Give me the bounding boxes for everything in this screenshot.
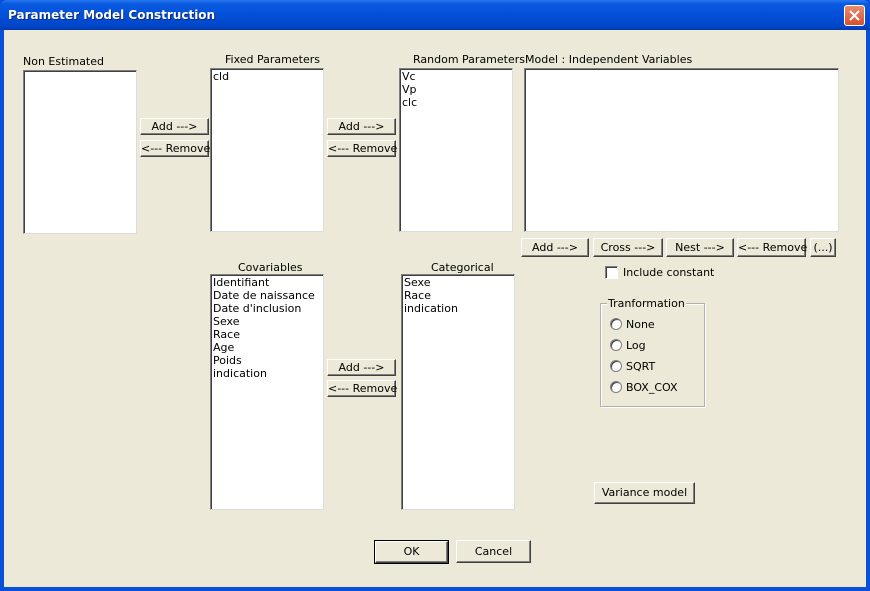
add-to-categorical-button[interactable]: Add ---> — [327, 359, 396, 376]
covariables-label: Covariables — [238, 261, 303, 274]
list-item[interactable]: Race — [213, 328, 321, 341]
transformation-option-box-cox: BOX_COX — [626, 381, 678, 394]
dialog-window: Parameter Model Construction Non Estimat… — [0, 0, 870, 591]
list-item[interactable]: Race — [404, 289, 512, 302]
remove-from-fixed-button[interactable]: <--- Remove — [140, 140, 210, 157]
transformation-option-log: Log — [626, 339, 646, 352]
ok-button[interactable]: OK — [374, 540, 449, 564]
transformation-radio-sqrt[interactable] — [610, 360, 622, 372]
model-variables-label: Model : Independent Variables — [525, 53, 693, 66]
title-bar[interactable]: Parameter Model Construction — [0, 0, 870, 30]
fixed-parameters-label: Fixed Parameters — [225, 53, 320, 66]
model-cross-button[interactable]: Cross ---> — [593, 238, 663, 257]
transformation-radio-none[interactable] — [610, 318, 622, 330]
close-icon — [849, 10, 860, 21]
model-ellipsis-button[interactable]: (...) — [810, 238, 836, 257]
model-variables-listbox[interactable] — [524, 68, 839, 232]
fixed-parameters-listbox[interactable]: cld — [210, 68, 324, 232]
list-item[interactable]: Sexe — [404, 276, 512, 289]
close-button[interactable] — [844, 5, 865, 26]
include-constant-label: Include constant — [623, 266, 715, 279]
list-item[interactable]: Age — [213, 341, 321, 354]
list-item[interactable]: Identifiant — [213, 276, 321, 289]
add-to-random-button[interactable]: Add ---> — [327, 118, 396, 135]
random-parameters-label: Random Parameters — [413, 53, 525, 66]
include-constant-checkbox[interactable] — [605, 266, 618, 279]
transformation-option-sqrt: SQRT — [626, 360, 656, 373]
transformation-radio-log[interactable] — [610, 339, 622, 351]
transformation-radio-box-cox[interactable] — [610, 381, 622, 393]
model-nest-button[interactable]: Nest ---> — [666, 238, 734, 257]
categorical-label: Categorical — [431, 261, 494, 274]
random-parameters-listbox[interactable]: Vc Vp clc — [399, 68, 513, 232]
dialog-client-area: Non Estimated Add ---> <--- Remove Fixed… — [4, 30, 866, 587]
list-item[interactable]: Poids — [213, 354, 321, 367]
transformation-option-none: None — [626, 318, 655, 331]
list-item[interactable]: Date de naissance — [213, 289, 321, 302]
categorical-listbox[interactable]: Sexe Race indication — [401, 274, 515, 510]
remove-from-random-button[interactable]: <--- Remove — [327, 140, 397, 157]
window-title: Parameter Model Construction — [8, 8, 216, 22]
list-item[interactable]: indication — [213, 367, 321, 380]
model-remove-button[interactable]: <--- Remove — [737, 238, 807, 257]
covariables-listbox[interactable]: Identifiant Date de naissance Date d'inclu… — [210, 274, 324, 510]
list-item[interactable]: Vp — [402, 83, 510, 96]
list-item[interactable]: clc — [402, 96, 510, 109]
list-item[interactable]: indication — [404, 302, 512, 315]
list-item[interactable]: Date d'inclusion — [213, 302, 321, 315]
model-add-button[interactable]: Add ---> — [521, 238, 589, 257]
list-item[interactable]: Vc — [402, 70, 510, 83]
transformation-title: Tranformation — [607, 297, 686, 310]
non-estimated-listbox[interactable] — [23, 70, 137, 234]
add-to-fixed-button[interactable]: Add ---> — [140, 118, 209, 135]
list-item[interactable]: cld — [213, 70, 321, 83]
cancel-button[interactable]: Cancel — [456, 540, 531, 563]
non-estimated-label: Non Estimated — [23, 55, 104, 68]
remove-from-categorical-button[interactable]: <--- Remove — [327, 380, 397, 397]
variance-model-button[interactable]: Variance model — [594, 482, 695, 504]
list-item[interactable]: Sexe — [213, 315, 321, 328]
